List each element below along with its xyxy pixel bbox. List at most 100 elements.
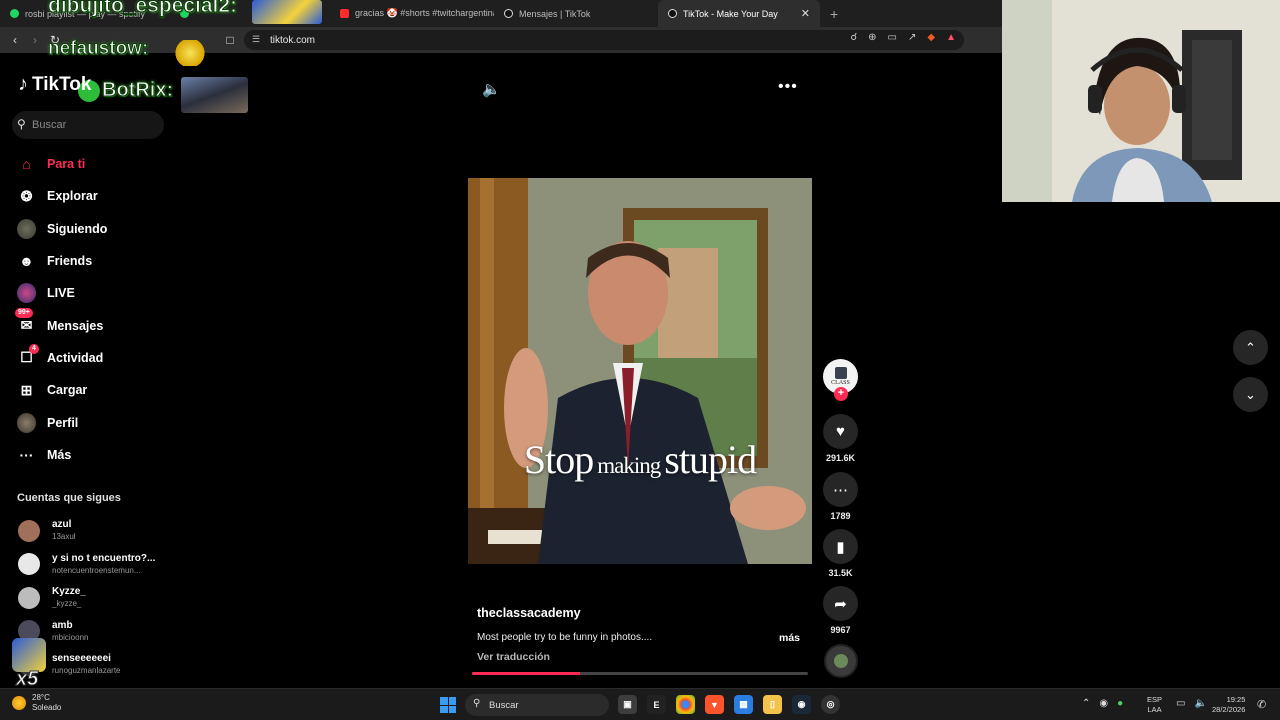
volume-icon[interactable]: 🔈 xyxy=(1194,698,1206,709)
sidebar-item-explorar[interactable]: ❂ Explorar xyxy=(17,180,177,212)
search-icon: ⚲ xyxy=(473,698,481,709)
windows-taskbar: 28°C Soleado ⚲ Buscar ▣ E ▼ ▦ ▯ ◉ ◎ ⌃ ◉ … xyxy=(0,688,1280,720)
cast-icon[interactable]: ▭ xyxy=(888,32,897,43)
epic-games-icon[interactable]: E xyxy=(647,695,666,714)
follow-handle: mbicioonn xyxy=(52,632,89,642)
overlay-emote-1 xyxy=(252,0,322,24)
language-indicator[interactable]: ESP LAA xyxy=(1147,695,1162,715)
overlay-chat-user-1: dibujito_especial2: xyxy=(47,0,238,18)
follow-handle: runoguzmanlazarte xyxy=(52,666,121,676)
mic-icon[interactable]: ● xyxy=(1117,698,1123,709)
lang-code: ESP xyxy=(1147,695,1163,704)
chrome-icon[interactable] xyxy=(676,695,695,714)
steam-icon[interactable]: ◉ xyxy=(792,695,811,714)
site-settings-icon[interactable]: ☰ xyxy=(252,34,260,45)
brave-shield-icon[interactable]: ◆ xyxy=(927,32,935,43)
video-frame xyxy=(468,178,812,564)
sidebar-item-siguiendo[interactable]: Siguiendo xyxy=(17,213,177,245)
translate-link[interactable]: Ver traducción xyxy=(477,651,550,663)
tiktok-icon xyxy=(504,9,513,18)
avatar xyxy=(18,553,40,576)
notification-icon[interactable]: ✆ xyxy=(1257,698,1266,711)
chevron-up-icon[interactable]: ⌃ xyxy=(1233,330,1268,365)
file-explorer-icon[interactable]: ▯ xyxy=(763,695,782,714)
chevron-down-icon[interactable]: ⌄ xyxy=(1233,377,1268,412)
sidebar-item-live[interactable]: LIVE xyxy=(17,277,177,309)
follow-name: amb xyxy=(52,619,73,631)
sidebar-item-para-ti[interactable]: ⌂ Para ti xyxy=(17,148,177,180)
sidebar-item-friends[interactable]: ☻ Friends xyxy=(17,245,177,277)
sidebar-item-label: Siguiendo xyxy=(47,221,108,236)
share-icon[interactable]: ➦ xyxy=(823,586,858,621)
overlay-chat-user-3: BotRix: xyxy=(101,79,174,102)
list-item[interactable]: azul 13axul xyxy=(18,514,168,548)
obs-icon[interactable]: ◎ xyxy=(821,695,840,714)
taskbar-search[interactable]: ⚲ Buscar xyxy=(465,694,609,716)
live-icon xyxy=(17,283,36,304)
taskbar-search-label: Buscar xyxy=(489,699,519,711)
video-player[interactable]: Stop making stupid xyxy=(468,178,812,564)
close-tab-icon[interactable]: ✕ xyxy=(801,7,810,20)
weather-temp: 28°C xyxy=(32,693,50,702)
music-disc-icon[interactable] xyxy=(824,644,858,678)
forward-icon[interactable]: › xyxy=(25,33,45,47)
video-description: Most people try to be funny in photos...… xyxy=(477,632,653,643)
sidebar-item-cargar[interactable]: ⊞ Cargar xyxy=(17,374,177,406)
sidebar-item-mensajes[interactable]: ✉ 99+ Mensajes xyxy=(15,308,177,341)
bookmark-icon[interactable]: □ xyxy=(220,33,240,47)
windows-start-icon[interactable] xyxy=(440,697,456,713)
follow-handle: 13axul xyxy=(52,532,76,542)
discord-icon[interactable]: ◉ xyxy=(1099,698,1108,709)
brave-icon[interactable]: ▼ xyxy=(705,695,724,714)
task-view-icon[interactable]: ▣ xyxy=(618,695,637,714)
follow-name: y si no t encuentro?... xyxy=(52,552,156,564)
sidebar-item-label: Mensajes xyxy=(47,318,104,333)
clock[interactable]: 19:25 28/2/2026 xyxy=(1212,695,1245,715)
list-item[interactable]: y si no t encuentro?... notencuentroenste… xyxy=(18,548,168,582)
sidebar-item-actividad[interactable]: ☐ 4 Actividad xyxy=(17,342,177,374)
save-count: 31.5K xyxy=(828,568,853,578)
video-username[interactable]: theclassacademy xyxy=(477,606,581,620)
caption-word-3: stupid xyxy=(664,437,757,482)
weather-widget[interactable]: 28°C Soleado xyxy=(12,693,61,713)
system-tray: ⌃ ◉ ● xyxy=(1082,698,1123,709)
tab-tiktok-active[interactable]: TikTok - Make Your Day ✕ xyxy=(658,0,820,27)
translate-icon[interactable]: ☌ xyxy=(850,32,857,43)
chevron-up-icon[interactable]: ⌃ xyxy=(1082,698,1090,709)
sidebar-item-perfil[interactable]: Perfil xyxy=(17,406,177,438)
follow-handle: notencuentroenstemun... xyxy=(52,565,141,575)
lang-layout: LAA xyxy=(1147,705,1162,714)
bookmark-icon[interactable]: ▮ xyxy=(823,529,858,564)
network-icon[interactable]: ▭ xyxy=(1176,698,1185,709)
profile-icon xyxy=(17,412,36,433)
share-icon[interactable]: ↗ xyxy=(908,32,916,43)
video-progress-bar[interactable] xyxy=(472,672,808,675)
address-bar-row: ‹ › ↻ □ ☰ tiktok.com ☌ ⊕ ▭ ↗ ◆ ▲ xyxy=(0,27,1002,53)
store-icon[interactable]: ▦ xyxy=(734,695,753,714)
tab-tiktok-messages[interactable]: Mensajes | TikTok xyxy=(494,0,658,27)
more-link[interactable]: más xyxy=(779,632,800,644)
avatar-icon xyxy=(17,218,36,239)
activity-icon: ☐ 4 xyxy=(17,344,39,367)
follow-plus-button[interactable]: + xyxy=(834,387,848,401)
follow-handle: _kyzze_ xyxy=(52,599,82,609)
zoom-icon[interactable]: ⊕ xyxy=(868,32,876,43)
weather-condition: Soleado xyxy=(32,703,62,712)
search-input[interactable]: ⚲ Buscar xyxy=(12,111,164,139)
tiktok-logo[interactable]: ♪ TikTok xyxy=(18,73,91,96)
music-disc-center xyxy=(834,654,848,668)
tab-youtube[interactable]: gracias 🤡 #shorts #twitchargentina xyxy=(330,0,494,27)
save-action: ▮ 31.5K xyxy=(823,529,858,578)
webcam-image xyxy=(1002,0,1280,202)
volume-icon[interactable]: 🔈 xyxy=(482,80,501,98)
comment-icon[interactable]: ⋯ xyxy=(823,472,858,507)
search-placeholder: Buscar xyxy=(32,119,67,131)
sidebar-item-mas[interactable]: ··· Más xyxy=(17,439,177,471)
brave-rewards-icon[interactable]: ▲ xyxy=(946,32,956,43)
back-icon[interactable]: ‹ xyxy=(5,33,25,47)
more-options-icon[interactable]: ••• xyxy=(778,78,798,96)
list-item[interactable]: Kyzze_ _kyzze_ xyxy=(18,581,168,615)
new-tab-button[interactable]: + xyxy=(820,6,848,22)
heart-icon[interactable]: ♥ xyxy=(823,414,858,449)
like-action: ♥ 291.6K xyxy=(823,414,858,463)
